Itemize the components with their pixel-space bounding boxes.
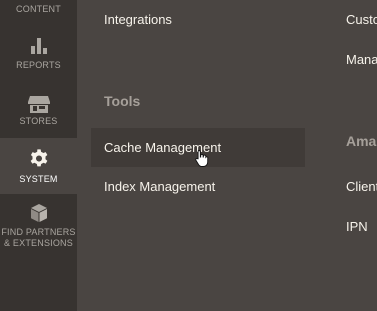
- section-title-amazon: Ama: [346, 133, 377, 149]
- menu-link-custom[interactable]: Custo: [346, 12, 377, 27]
- sidebar-item-stores[interactable]: STORES: [0, 94, 77, 127]
- sidebar-item-label-line1: FIND PARTNERS: [1, 227, 76, 237]
- sidebar-item-find-partners[interactable]: FIND PARTNERS & EXTENSIONS: [0, 202, 77, 249]
- sidebar-item-label: CONTENT: [16, 4, 61, 14]
- hand-pointer-cursor-icon: [195, 150, 209, 167]
- menu-link-ipn[interactable]: IPN: [346, 219, 368, 234]
- menu-link-integrations[interactable]: Integrations: [104, 12, 172, 27]
- gear-icon: [30, 149, 47, 167]
- admin-sidebar: CONTENT REPORTS STORES SYSTEM FIND PARTN…: [0, 0, 77, 311]
- menu-link-manage[interactable]: Mana: [346, 52, 377, 67]
- sidebar-item-content[interactable]: CONTENT: [0, 4, 77, 15]
- sidebar-item-reports[interactable]: REPORTS: [0, 36, 77, 71]
- sidebar-item-label: STORES: [19, 116, 58, 126]
- sidebar-item-label-line2: & EXTENSIONS: [4, 238, 73, 248]
- sidebar-item-label: SYSTEM: [19, 174, 58, 184]
- blocks-icon: [30, 204, 47, 222]
- menu-link-index-management[interactable]: Index Management: [104, 179, 215, 194]
- sidebar-item-system[interactable]: SYSTEM: [0, 138, 77, 194]
- sidebar-item-label: REPORTS: [16, 60, 61, 70]
- menu-link-client[interactable]: Client: [346, 179, 377, 194]
- store-icon: [27, 96, 50, 113]
- section-title-tools: Tools: [104, 93, 141, 109]
- bar-chart-icon: [30, 38, 47, 54]
